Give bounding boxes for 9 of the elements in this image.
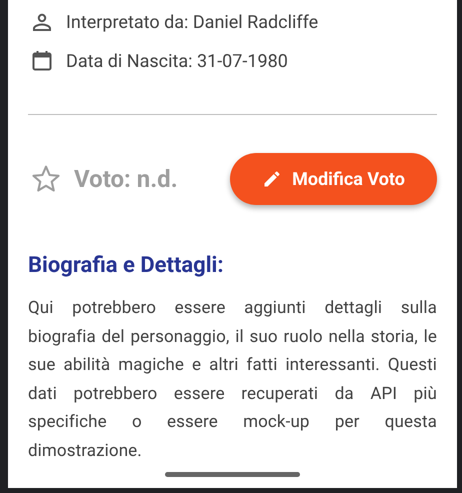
biography-text: Qui potrebbero essere aggiunti dettagli sulla biografia del personaggio, il suo ruolo nella storia, le sue abilità magiche e altri fatti interessanti. Questi dati potrebbero essere recuperati da API più specifiche o essere mock-up per questa dimostrazione. <box>28 297 437 462</box>
home-indicator[interactable] <box>165 472 300 477</box>
calendar-icon <box>30 49 54 73</box>
info-text: Data di Nascita: 31-07-1980 <box>66 50 288 72</box>
info-text: Interpretato da: Daniel Radcliffe <box>66 12 318 32</box>
rating-label: Voto: n.d. <box>74 165 178 193</box>
pencil-icon <box>262 169 282 189</box>
edit-rating-button[interactable]: Modifica Voto <box>230 153 437 205</box>
section-heading: Biografia e Dettagli: <box>28 253 225 278</box>
